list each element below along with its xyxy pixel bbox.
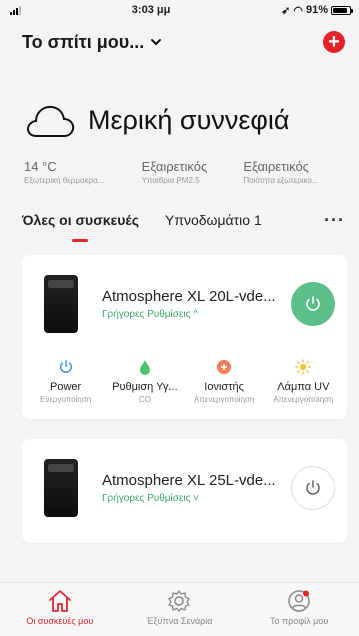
control-uv-lamp[interactable]: Λάμπα UV Απενεργοποίηση [264, 357, 343, 404]
home-name: Το σπίτι μου... [22, 31, 145, 52]
home-selector[interactable]: Το σπίτι μου... [22, 32, 162, 53]
weather-condition: Μερική συννεφιά [88, 104, 290, 135]
wifi-icon: ◠ [293, 4, 303, 17]
power-button[interactable] [291, 466, 335, 510]
room-tabs: Όλες οι συσκευές Υπνοδωμάτιο 1 ··· [0, 209, 359, 242]
control-humidity[interactable]: Ρυθμιση Υγ... CO [105, 357, 184, 404]
signal-icon [10, 5, 21, 15]
device-image [44, 459, 78, 517]
header: Το σπίτι μου... + [0, 23, 359, 61]
device-name: Atmosphere XL 25L-vde... [102, 472, 276, 489]
quick-settings-toggle[interactable]: Γρήγορες Ρυθμίσεις ˅ [102, 493, 291, 504]
quick-controls: Power Ενεργοποίηση Ρυθμιση Υγ... CO Ιονι… [22, 357, 347, 404]
control-power[interactable]: Power Ενεργοποίηση [26, 357, 105, 404]
status-bar: 3:03 μμ ➶ ◠ 91% [0, 0, 359, 20]
tab-bedroom-1[interactable]: Υπνοδωμάτιο 1 [165, 212, 262, 228]
status-time: 3:03 μμ [131, 4, 171, 16]
add-device-button[interactable]: + [323, 31, 345, 53]
device-card[interactable]: Atmosphere XL 25L-vde... Γρήγορες Ρυθμίσ… [22, 439, 347, 543]
sun-icon [295, 359, 312, 375]
gear-icon [168, 590, 191, 612]
cloud-icon [27, 105, 75, 137]
weather-panel: Μερική συννεφιά [0, 83, 359, 157]
power-icon [59, 360, 72, 374]
stat-air-quality: Εξαιρετικός Ποιότητα εξωτερικο... [243, 159, 319, 185]
profile-icon [288, 590, 310, 612]
weather-stats: 14 °C Εξωτερική θερμοκρα... Εξαιρετικός … [0, 159, 359, 185]
location-icon: ➶ [281, 4, 291, 17]
nav-smart-scenes[interactable]: Έξυπνα Σενάρια [129, 589, 229, 626]
home-icon [48, 590, 71, 612]
active-tab-indicator [72, 239, 88, 242]
ionizer-icon [217, 360, 232, 374]
battery-percent: 91% [305, 4, 328, 16]
nav-my-devices[interactable]: Οι συσκευές μου [10, 589, 110, 626]
chevron-down-icon [151, 39, 162, 46]
device-image [44, 275, 78, 333]
control-ionizer[interactable]: Ιονιστής Απενεργοποίηση [185, 357, 264, 404]
tab-all-devices[interactable]: Όλες οι συσκευές [22, 212, 139, 228]
more-icon[interactable]: ··· [324, 210, 345, 231]
device-name: Atmosphere XL 20L-vde... [102, 288, 276, 305]
quick-settings-toggle[interactable]: Γρήγορες Ρυθμίσεις ^ [102, 309, 291, 320]
bottom-nav: Οι συσκευές μου Έξυπνα Σενάρια Το προφίλ… [0, 582, 359, 636]
nav-my-profile[interactable]: Το προφίλ μου [249, 589, 349, 626]
stat-pm25: Εξαιρετικός Υπαίθρια PM2.5 [141, 159, 208, 185]
power-icon [306, 296, 320, 311]
stat-temperature: 14 °C Εξωτερική θερμοκρα... [24, 159, 105, 185]
water-drop-icon [139, 360, 150, 375]
power-button[interactable] [291, 282, 335, 326]
power-icon [306, 480, 320, 495]
device-card[interactable]: Atmosphere XL 20L-vde... Γρήγορες Ρυθμίσ… [22, 255, 347, 419]
battery-icon [331, 5, 353, 15]
